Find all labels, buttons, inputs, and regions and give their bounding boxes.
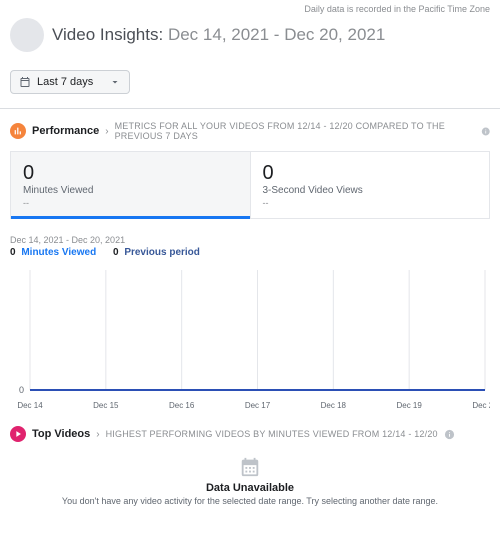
caret-down-icon bbox=[109, 76, 121, 88]
performance-desc: METRICS FOR ALL YOUR VIDEOS FROM 12/14 -… bbox=[115, 121, 475, 141]
metric-card-3-second-views[interactable]: 0 3-Second Video Views -- bbox=[250, 152, 490, 218]
data-unavailable: Data Unavailable You don't have any vide… bbox=[10, 442, 490, 526]
metric-cards: 0 Minutes Viewed -- 0 3-Second Video Vie… bbox=[10, 151, 490, 219]
svg-text:Dec 15: Dec 15 bbox=[93, 401, 119, 410]
calendar-icon bbox=[19, 76, 31, 88]
date-range-label: Last 7 days bbox=[37, 76, 93, 88]
legend-value-current: 0 bbox=[10, 247, 16, 258]
legend-label-previous: Previous period bbox=[124, 247, 200, 258]
top-videos-title: Top Videos bbox=[32, 428, 90, 440]
performance-header[interactable]: Performance › METRICS FOR ALL YOUR VIDEO… bbox=[10, 121, 490, 141]
info-icon[interactable] bbox=[481, 126, 491, 137]
svg-text:Dec 14: Dec 14 bbox=[17, 401, 43, 410]
metric-delta: -- bbox=[263, 198, 478, 208]
metric-label: 3-Second Video Views bbox=[263, 185, 478, 196]
date-range-button[interactable]: Last 7 days bbox=[10, 70, 130, 94]
play-icon bbox=[10, 426, 26, 442]
performance-icon bbox=[10, 123, 26, 139]
performance-section: Performance › METRICS FOR ALL YOUR VIDEO… bbox=[0, 109, 500, 219]
toolbar: Last 7 days bbox=[0, 64, 500, 109]
chevron-right-icon: › bbox=[105, 126, 108, 137]
page-title: Video Insights: Dec 14, 2021 - Dec 20, 2… bbox=[52, 25, 385, 45]
metric-value: 0 bbox=[23, 162, 238, 185]
metric-value: 0 bbox=[263, 162, 478, 185]
timezone-note: Daily data is recorded in the Pacific Ti… bbox=[0, 0, 500, 14]
unavailable-title: Data Unavailable bbox=[30, 482, 470, 494]
info-icon[interactable] bbox=[444, 429, 455, 440]
metric-delta: -- bbox=[23, 198, 238, 208]
title-date-range: Dec 14, 2021 - Dec 20, 2021 bbox=[168, 25, 385, 44]
chart: 0 Dec 14 Dec 15 Dec 16 Dec 17 Dec 18 Dec 19 Dec… bbox=[0, 258, 500, 414]
metric-label: Minutes Viewed bbox=[23, 185, 238, 196]
top-videos-desc: HIGHEST PERFORMING VIDEOS BY MINUTES VIE… bbox=[106, 429, 438, 439]
calendar-x-icon bbox=[30, 456, 470, 478]
unavailable-text: You don't have any video activity for th… bbox=[30, 496, 470, 506]
top-videos-header[interactable]: Top Videos › HIGHEST PERFORMING VIDEOS B… bbox=[10, 426, 490, 442]
line-chart: 0 Dec 14 Dec 15 Dec 16 Dec 17 Dec 18 Dec 19 Dec… bbox=[10, 264, 490, 414]
svg-text:Dec 19: Dec 19 bbox=[396, 401, 422, 410]
legend-label-current: Minutes Viewed bbox=[21, 247, 96, 258]
chart-legend: 0 Minutes Viewed 0 Previous period bbox=[10, 247, 490, 258]
svg-text:Dec 20: Dec 20 bbox=[472, 401, 490, 410]
chevron-right-icon: › bbox=[96, 429, 99, 440]
performance-title: Performance bbox=[32, 125, 99, 137]
page-avatar bbox=[10, 18, 44, 52]
top-videos-section: Top Videos › HIGHEST PERFORMING VIDEOS B… bbox=[0, 414, 500, 526]
metric-card-minutes-viewed[interactable]: 0 Minutes Viewed -- bbox=[11, 152, 250, 218]
svg-text:Dec 18: Dec 18 bbox=[321, 401, 347, 410]
chart-meta: Dec 14, 2021 - Dec 20, 2021 0 Minutes Vi… bbox=[0, 219, 500, 258]
svg-text:Dec 16: Dec 16 bbox=[169, 401, 195, 410]
chart-range-label: Dec 14, 2021 - Dec 20, 2021 bbox=[10, 235, 490, 245]
svg-text:Dec 17: Dec 17 bbox=[245, 401, 271, 410]
title-prefix: Video Insights: bbox=[52, 25, 163, 44]
svg-text:0: 0 bbox=[19, 385, 24, 395]
page-title-row: Video Insights: Dec 14, 2021 - Dec 20, 2… bbox=[0, 14, 500, 64]
legend-value-previous: 0 bbox=[113, 247, 119, 258]
